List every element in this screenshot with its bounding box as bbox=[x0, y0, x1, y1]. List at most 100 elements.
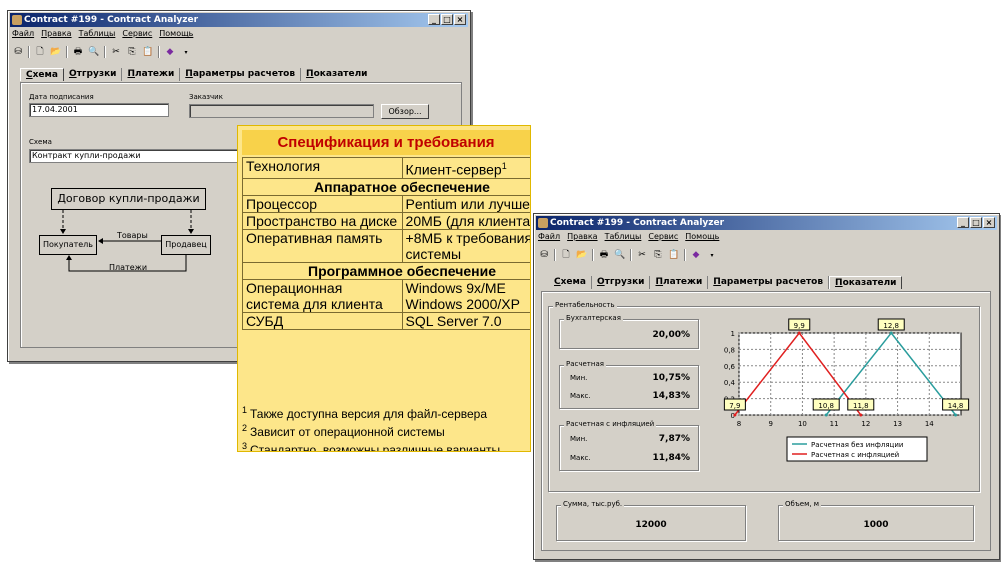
accounting-value: 20,00% bbox=[652, 330, 691, 340]
maximize-button[interactable]: □ bbox=[441, 14, 453, 25]
browse-button[interactable]: Обзор... bbox=[381, 104, 429, 119]
x-tick-label: 8 bbox=[737, 420, 741, 428]
footnote: 2 Зависит от операционной системы bbox=[242, 421, 500, 439]
y-tick-label: 1 bbox=[731, 330, 735, 338]
footnote-number: 3 bbox=[242, 441, 248, 451]
inflation-group: Расчетная с инфляцией Мин. 7,87% Макс. 1… bbox=[559, 420, 699, 471]
spec-section-heading: Программное обеспечение bbox=[242, 261, 530, 280]
right-tabs: Схема Отгрузки Платежи Параметры расчето… bbox=[549, 276, 903, 289]
left-tabs: Схема Отгрузки Платежи Параметры расчето… bbox=[20, 68, 372, 81]
tab-indicators[interactable]: Показатели bbox=[301, 68, 372, 81]
maximize-button[interactable]: □ bbox=[970, 217, 982, 228]
tab-scheme[interactable]: Схема bbox=[20, 68, 64, 81]
spec-value: +8МБ к требованиям системы bbox=[401, 228, 530, 263]
accounting-group: Бухгалтерская 20,00% bbox=[559, 314, 699, 349]
close-button[interactable]: × bbox=[454, 14, 466, 25]
y-tick-label: 0,8 bbox=[724, 346, 735, 354]
right-menu-bar: Файл Правка Таблицы Сервис Помощь bbox=[538, 232, 719, 244]
toolbar-separator bbox=[684, 249, 686, 261]
paste-icon[interactable]: 📋 bbox=[668, 249, 680, 261]
spec-row: СУБД SQL Server 7.0 bbox=[242, 311, 530, 330]
toolbar-separator bbox=[630, 249, 632, 261]
profitability-label: Рентабельность bbox=[553, 301, 617, 309]
menu-file[interactable]: Файл bbox=[538, 232, 560, 244]
print-preview-icon[interactable]: 🔍 bbox=[88, 46, 100, 58]
tab-indicators[interactable]: Показатели bbox=[829, 276, 903, 289]
tab-calc-params[interactable]: Параметры расчетов bbox=[708, 276, 830, 289]
copy-icon[interactable]: ⎘ bbox=[652, 249, 664, 261]
database-icon[interactable]: ⛁ bbox=[538, 249, 550, 261]
print-icon[interactable]: 🖶 bbox=[72, 46, 84, 58]
right-title-bar[interactable]: Contract #199 - Contract Analyzer _ □ × bbox=[536, 216, 997, 230]
data-label: 12,8 bbox=[883, 322, 899, 330]
minimize-button[interactable]: _ bbox=[957, 217, 969, 228]
toolbar-separator bbox=[28, 46, 30, 58]
open-folder-icon[interactable]: 📂 bbox=[576, 249, 588, 261]
menu-service[interactable]: Сервис bbox=[122, 29, 152, 41]
cut-icon[interactable]: ✂ bbox=[110, 46, 122, 58]
open-folder-icon[interactable]: 📂 bbox=[50, 46, 62, 58]
x-tick-label: 9 bbox=[768, 420, 772, 428]
close-button[interactable]: × bbox=[983, 217, 995, 228]
spec-value: Pentium или лучше bbox=[401, 194, 530, 213]
series-point bbox=[733, 413, 737, 417]
calculated-max-label: Макс. bbox=[570, 392, 591, 400]
spec-value: SQL Server 7.0 bbox=[401, 311, 530, 330]
tab-payments[interactable]: Платежи bbox=[122, 68, 181, 81]
spec-key: Пространство на диске bbox=[242, 211, 403, 230]
left-title-bar[interactable]: Contract #199 - Contract Analyzer _ □ × bbox=[10, 13, 468, 27]
toolbar-separator bbox=[158, 46, 160, 58]
tab-shipments[interactable]: Отгрузки bbox=[64, 68, 123, 81]
dropdown-arrow-icon[interactable]: ▾ bbox=[706, 249, 718, 261]
left-menu-bar: Файл Правка Таблицы Сервис Помощь bbox=[12, 29, 193, 41]
tab-calc-params[interactable]: Параметры расчетов bbox=[180, 68, 302, 81]
calculated-min-label: Мин. bbox=[570, 374, 588, 382]
calculated-label: Расчетная bbox=[564, 360, 606, 368]
menu-service[interactable]: Сервис bbox=[648, 232, 678, 244]
spec-value-text: Pentium или лучше bbox=[405, 195, 530, 212]
data-label: 9,9 bbox=[794, 322, 805, 330]
book-icon[interactable]: ◆ bbox=[690, 249, 702, 261]
menu-tables[interactable]: Таблицы bbox=[79, 29, 116, 41]
copy-icon[interactable]: ⎘ bbox=[126, 46, 138, 58]
dropdown-arrow-icon[interactable]: ▾ bbox=[180, 46, 192, 58]
spec-value-text: Windows 9x/ME Windows 2000/XP bbox=[405, 279, 520, 312]
right-toolbar: ⛁ 🗋 📂 🖶 🔍 ✂ ⎘ 📋 ◆ ▾ bbox=[538, 247, 718, 263]
volume-group: Объем, м 1000 bbox=[778, 500, 974, 541]
left-window-title: Contract #199 - Contract Analyzer bbox=[24, 15, 199, 25]
spec-value-text: 20МБ (для клиента) bbox=[405, 212, 531, 229]
menu-file[interactable]: Файл bbox=[12, 29, 34, 41]
left-toolbar: ⛁ 🗋 📂 🖶 🔍 ✂ ⎘ 📋 ◆ ▾ bbox=[12, 44, 192, 60]
spec-row: Пространство на диске 20МБ (для клиента) bbox=[242, 211, 531, 230]
print-preview-icon[interactable]: 🔍 bbox=[614, 249, 626, 261]
menu-edit[interactable]: Правка bbox=[41, 29, 71, 41]
menu-edit[interactable]: Правка bbox=[567, 232, 597, 244]
spec-row: Оперативная память +8МБ к требованиям сис… bbox=[242, 228, 530, 263]
new-document-icon[interactable]: 🗋 bbox=[34, 46, 46, 58]
new-document-icon[interactable]: 🗋 bbox=[560, 249, 572, 261]
series-point bbox=[954, 413, 958, 417]
x-tick-label: 12 bbox=[861, 420, 870, 428]
tab-scheme[interactable]: Схема bbox=[549, 276, 592, 289]
book-icon[interactable]: ◆ bbox=[164, 46, 176, 58]
minimize-button[interactable]: _ bbox=[428, 14, 440, 25]
specification-card: Спецификация и требования Технология Клие… bbox=[237, 125, 531, 452]
menu-help[interactable]: Помощь bbox=[685, 232, 719, 244]
calculated-group: Расчетная Мин. 10,75% Макс. 14,83% bbox=[559, 360, 699, 409]
series-point bbox=[859, 413, 863, 417]
menu-help[interactable]: Помощь bbox=[159, 29, 193, 41]
tab-payments[interactable]: Платежи bbox=[650, 276, 709, 289]
y-tick-label: 0,4 bbox=[724, 379, 736, 387]
spec-value: Windows 9x/ME Windows 2000/XP bbox=[401, 278, 530, 313]
cut-icon[interactable]: ✂ bbox=[636, 249, 648, 261]
x-tick-label: 14 bbox=[925, 420, 934, 428]
footnote-number: 2 bbox=[242, 423, 248, 433]
database-icon[interactable]: ⛁ bbox=[12, 46, 24, 58]
print-icon[interactable]: 🖶 bbox=[598, 249, 610, 261]
spec-footnotes: 1 Также доступна версия для файл-сервера 2… bbox=[242, 403, 500, 451]
spec-key: Операционная система для клиента bbox=[242, 278, 403, 313]
tab-shipments[interactable]: Отгрузки bbox=[592, 276, 651, 289]
paste-icon[interactable]: 📋 bbox=[142, 46, 154, 58]
series-point bbox=[797, 331, 801, 335]
menu-tables[interactable]: Таблицы bbox=[605, 232, 642, 244]
